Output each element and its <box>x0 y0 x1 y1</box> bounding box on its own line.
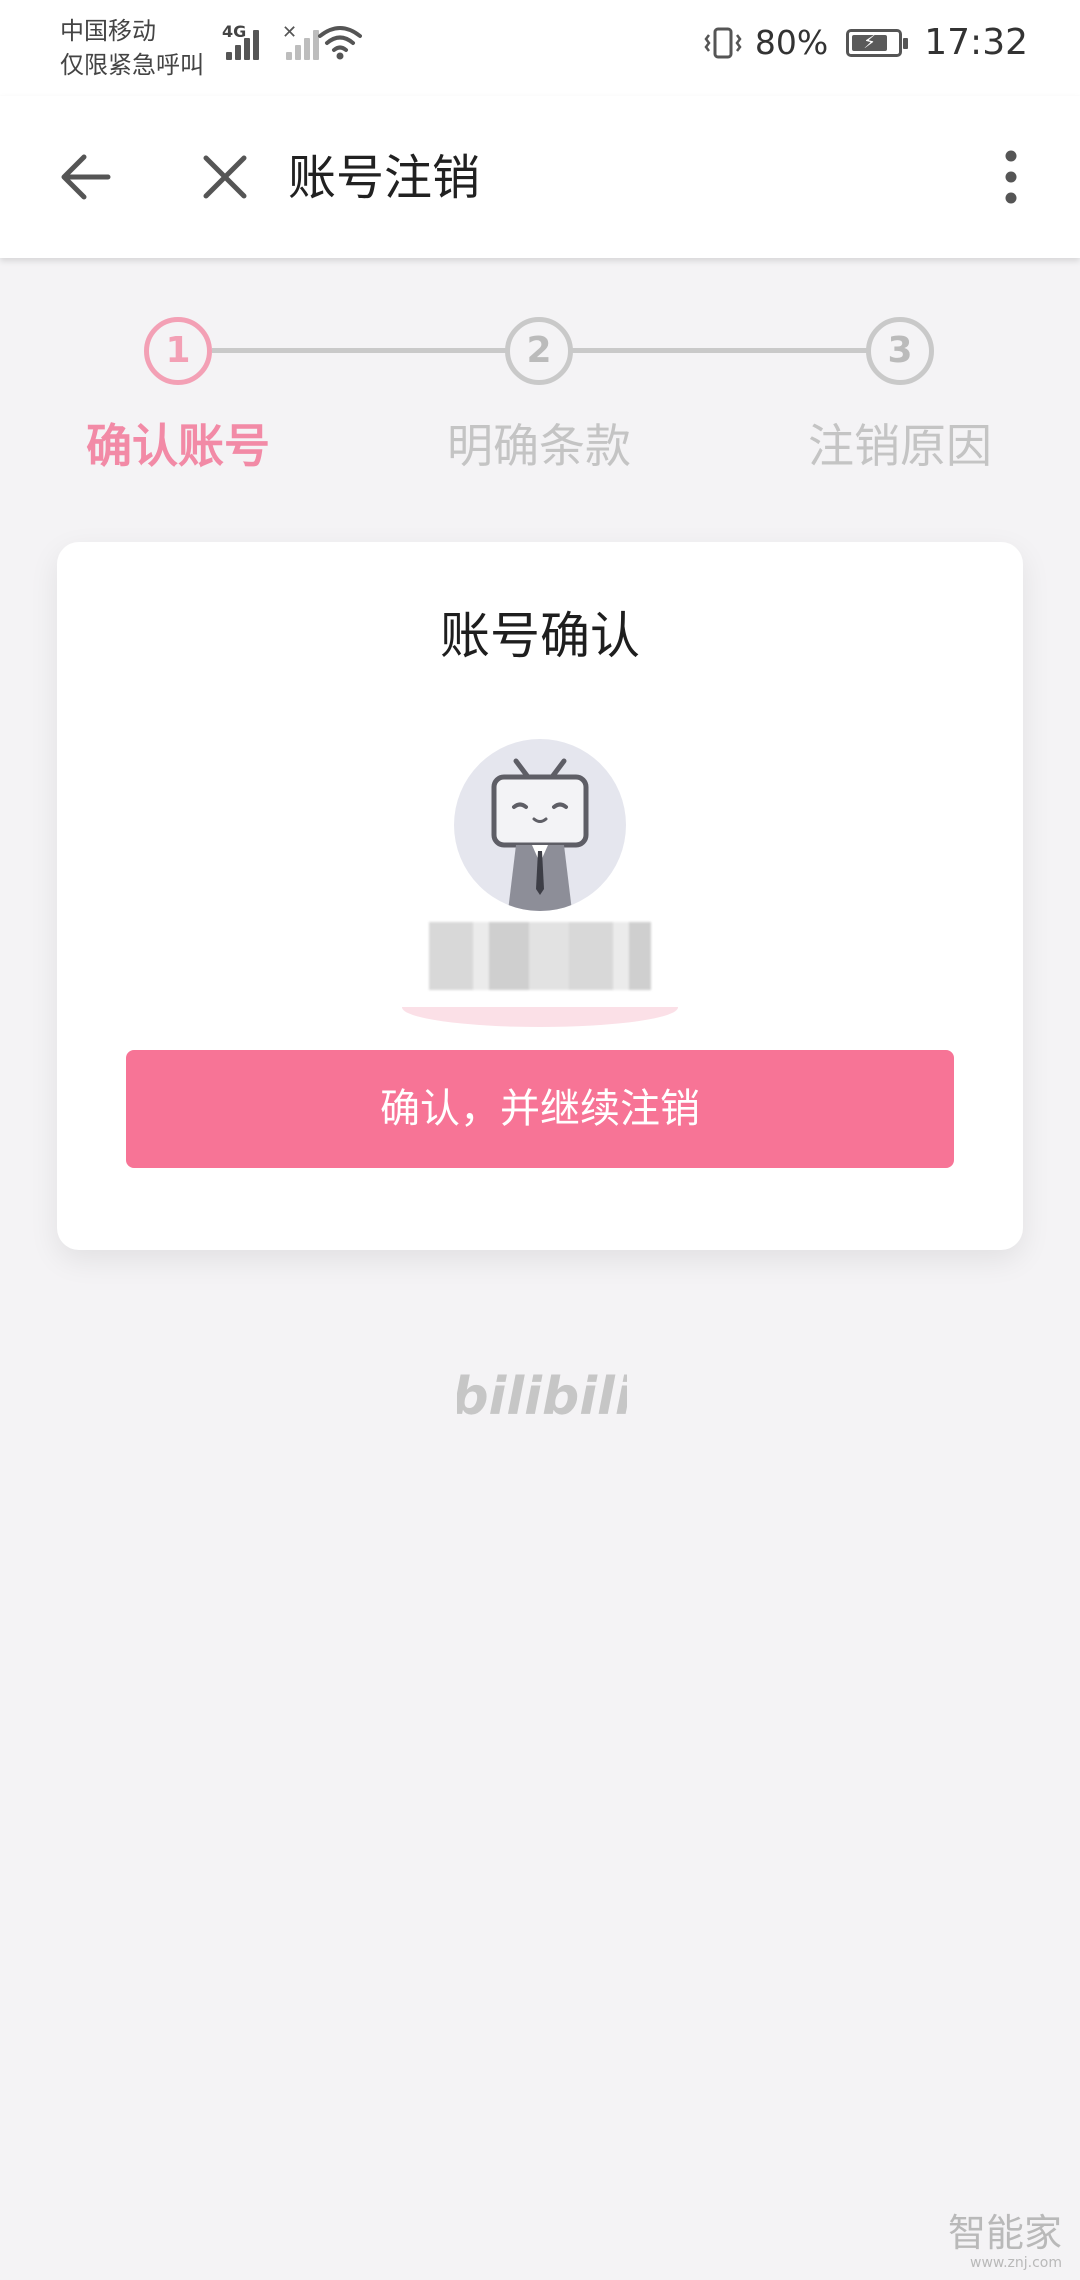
carrier-name: 中国移动 <box>60 17 156 45</box>
step-2-circle: 2 <box>505 317 573 385</box>
vibrate-icon <box>704 27 742 58</box>
battery-icon: ⚡ <box>846 28 909 57</box>
page-title: 账号注销 <box>288 150 481 206</box>
watermark-url: www.znj.com <box>970 2255 1062 2271</box>
step-3-circle: 3 <box>866 317 934 385</box>
back-arrow-icon[interactable] <box>50 142 120 212</box>
avatar <box>454 739 626 911</box>
step-3-label: 注销原因 <box>808 419 992 473</box>
step-connector <box>212 348 508 353</box>
carrier-info: 中国移动 仅限紧急呼叫 <box>60 14 204 82</box>
svg-text:bilibili: bilibili <box>457 1367 627 1427</box>
carrier-emergency-text: 仅限紧急呼叫 <box>60 51 204 79</box>
signal-4g-icon: 4G <box>222 22 264 62</box>
step-2-label: 明确条款 <box>447 419 631 473</box>
watermark-text: 智能家 <box>947 2211 1062 2255</box>
confirm-continue-button[interactable]: 确认，并继续注销 <box>126 1050 954 1168</box>
progress-stepper: 1 2 3 确认账号 明确条款 注销原因 <box>0 310 1080 480</box>
step-connector <box>572 348 868 353</box>
bilibili-logo: bilibili <box>457 1367 627 1427</box>
step-1-label: 确认账号 <box>86 419 270 473</box>
tv-mascot-icon <box>491 758 589 911</box>
clock: 17:32 <box>924 22 1028 63</box>
watermark: 智能家 www.znj.com <box>948 2212 1062 2272</box>
network-tag: 4G <box>222 22 247 41</box>
screen: 中国移动 仅限紧急呼叫 4G ✕ 80% ⚡ 17:32 账号注销 1 2 3 … <box>0 0 1080 2280</box>
step-1-circle: 1 <box>144 317 212 385</box>
username-redacted <box>429 922 651 990</box>
signal-group: 4G ✕ <box>222 22 324 62</box>
card-title: 账号确认 <box>440 607 640 665</box>
close-icon[interactable] <box>190 142 260 212</box>
battery-percent: 80% <box>754 23 829 62</box>
app-bar: 账号注销 <box>0 96 1080 258</box>
decorative-glow <box>402 1007 678 1027</box>
status-bar: 中国移动 仅限紧急呼叫 4G ✕ 80% ⚡ 17:32 <box>0 0 1080 96</box>
wifi-icon <box>318 26 362 60</box>
status-right: 80% ⚡ 17:32 <box>703 22 1028 63</box>
more-vertical-icon[interactable] <box>976 142 1046 212</box>
account-confirm-card: 账号确认 确认，并继续注销 <box>57 542 1023 1250</box>
